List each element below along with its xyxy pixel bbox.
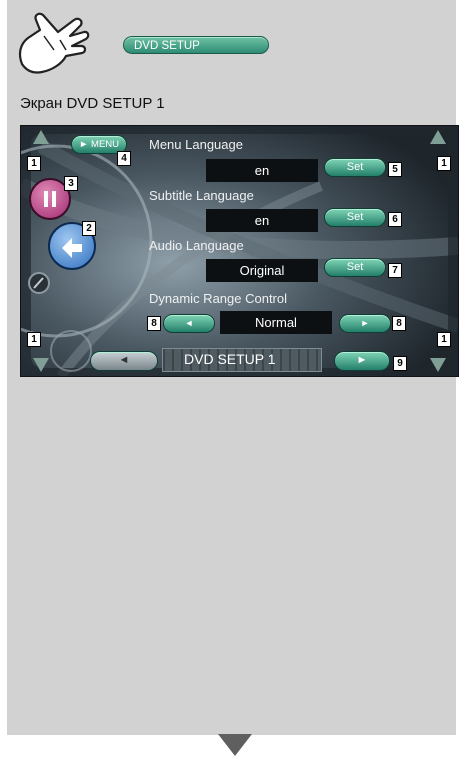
audio-language-label: Audio Language bbox=[149, 238, 244, 253]
menu-language-label: Menu Language bbox=[149, 137, 243, 152]
pointing-hand-icon bbox=[18, 12, 90, 74]
dvd-setup-screen: ► MENU Menu Language en Set Subtitle Lan… bbox=[20, 125, 459, 377]
drc-left-button[interactable]: ◄ bbox=[163, 314, 215, 333]
next-page-button[interactable]: ► bbox=[334, 351, 390, 371]
wrench-icon[interactable] bbox=[28, 272, 50, 294]
callout-8: 8 bbox=[147, 316, 161, 331]
menu-language-value: en bbox=[206, 159, 318, 182]
audio-language-value: Original bbox=[206, 259, 318, 282]
prev-page-button[interactable]: ◄ bbox=[90, 351, 158, 371]
callout-1: 1 bbox=[437, 332, 451, 347]
menu-language-set-button[interactable]: Set bbox=[324, 158, 386, 177]
callout-7: 7 bbox=[388, 263, 402, 278]
subtitle-language-value: en bbox=[206, 209, 318, 232]
callout-1: 1 bbox=[27, 332, 41, 347]
page-title: DVD SETUP 1 bbox=[184, 351, 276, 367]
callout-9: 9 bbox=[393, 356, 407, 371]
audio-language-set-button[interactable]: Set bbox=[324, 258, 386, 277]
subtitle-language-set-button[interactable]: Set bbox=[324, 208, 386, 227]
callout-1: 1 bbox=[437, 156, 451, 171]
callout-3: 3 bbox=[64, 176, 78, 191]
callout-1: 1 bbox=[27, 156, 41, 171]
callout-5: 5 bbox=[388, 162, 402, 177]
dynamic-range-control-label: Dynamic Range Control bbox=[149, 291, 288, 306]
drc-value: Normal bbox=[220, 311, 332, 334]
callout-4: 4 bbox=[117, 151, 131, 166]
screen-caption: Экран DVD SETUP 1 bbox=[20, 95, 165, 112]
next-arrow-icon bbox=[218, 734, 252, 756]
subtitle-language-label: Subtitle Language bbox=[149, 188, 254, 203]
callout-8: 8 bbox=[392, 316, 406, 331]
callout-6: 6 bbox=[388, 212, 402, 227]
callout-2: 2 bbox=[82, 221, 96, 236]
dvd-setup-pill: DVD SETUP bbox=[123, 36, 269, 54]
drc-right-button[interactable]: ► bbox=[339, 314, 391, 333]
